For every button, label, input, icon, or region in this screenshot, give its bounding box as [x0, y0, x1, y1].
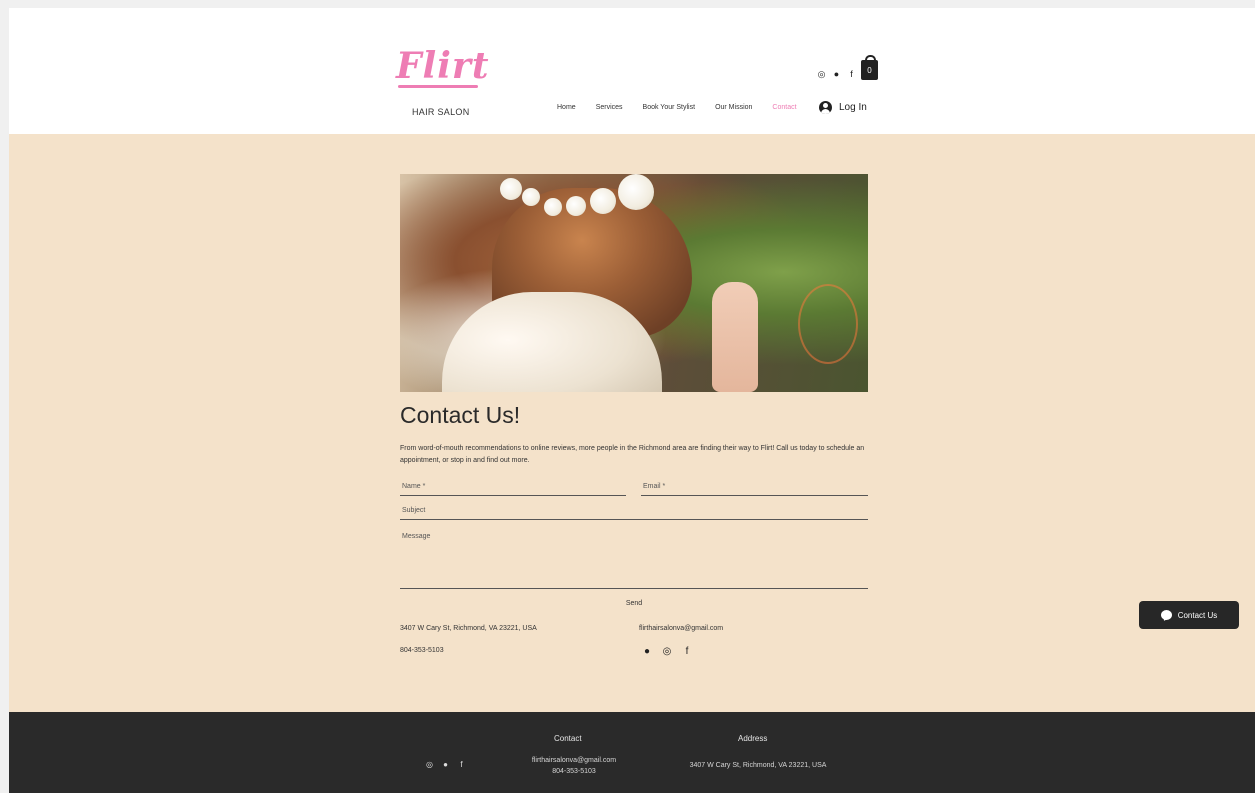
hero-image — [400, 174, 868, 392]
page-title: Contact Us! — [400, 402, 521, 428]
phone-text: 804-353-5103 — [400, 647, 444, 654]
tagline: HAIR SALON — [412, 107, 470, 117]
send-button[interactable]: Send — [616, 597, 652, 611]
footer-phone: 804-353-5103 — [552, 768, 596, 775]
email-field[interactable]: Email * — [641, 481, 868, 496]
footer-contact-heading: Contact — [554, 734, 582, 743]
nav-contact[interactable]: Contact — [772, 104, 796, 111]
facebook-icon[interactable]: f — [457, 760, 466, 770]
subject-field-label: Subject — [402, 507, 426, 514]
footer-social-bar: ◎ ● f — [425, 760, 466, 770]
hero-lens-flare — [798, 284, 858, 364]
name-field-label: Name * — [402, 483, 426, 490]
hero-flower-crown — [500, 174, 665, 224]
logo-underline — [398, 85, 478, 88]
chat-label: Contact Us — [1177, 610, 1218, 620]
footer-address-heading: Address — [738, 734, 768, 743]
map-pin-icon[interactable]: ● — [642, 646, 652, 658]
facebook-icon[interactable]: f — [682, 646, 692, 658]
email-field-label: Email * — [643, 483, 666, 490]
chat-bubble-icon — [1160, 610, 1172, 620]
login-label: Log In — [839, 102, 867, 113]
cart-button[interactable]: 0 — [861, 55, 878, 80]
map-pin-icon[interactable]: ● — [441, 760, 450, 770]
footer-email-link[interactable]: flirthairsalonva@gmail.com — [519, 756, 629, 766]
page-frame: Flirt HAIR SALON ◎ ● f 0 Home Services B… — [9, 8, 1255, 793]
chat-contact-button[interactable]: Contact Us — [1139, 601, 1239, 629]
flower — [544, 198, 562, 216]
cart-count: 0 — [867, 66, 872, 75]
instagram-icon[interactable]: ◎ — [662, 646, 672, 658]
site-header: Flirt HAIR SALON ◎ ● f 0 Home Services B… — [9, 8, 1255, 134]
nav-book-your-stylist[interactable]: Book Your Stylist — [643, 104, 696, 111]
message-field[interactable]: Message — [400, 531, 868, 589]
address-text: 3407 W Cary St, Richmond, VA 23221, USA — [400, 625, 537, 632]
flower — [522, 188, 540, 206]
nav-home[interactable]: Home — [557, 104, 576, 111]
hero-hand-shape — [712, 282, 758, 392]
instagram-icon[interactable]: ◎ — [425, 760, 434, 770]
subject-field[interactable]: Subject — [400, 504, 868, 520]
nav-our-mission[interactable]: Our Mission — [715, 104, 752, 111]
nav-services[interactable]: Services — [596, 104, 623, 111]
flower — [566, 196, 586, 216]
map-pin-icon[interactable]: ● — [832, 68, 841, 80]
email-link[interactable]: flirthairsalonva@gmail.com — [639, 625, 723, 632]
site-footer: ◎ ● f Contact Address flirthairsalonva@g… — [9, 712, 1255, 793]
logo[interactable]: Flirt — [396, 44, 489, 90]
header-social-bar: ◎ ● f — [817, 68, 856, 80]
footer-address: 3407 W Cary St, Richmond, VA 23221, USA — [689, 762, 827, 769]
login-button[interactable]: Log In — [819, 101, 867, 114]
main-nav: Home Services Book Your Stylist Our Miss… — [557, 104, 817, 111]
instagram-icon[interactable]: ◎ — [817, 68, 826, 80]
flower — [618, 174, 654, 210]
message-field-label: Message — [402, 533, 431, 540]
facebook-icon[interactable]: f — [847, 68, 856, 80]
user-avatar-icon — [819, 101, 832, 114]
name-field[interactable]: Name * — [400, 481, 626, 496]
intro-text: From word-of-mouth recommendations to on… — [400, 445, 865, 464]
contact-section: Contact Us! From word-of-mouth recommend… — [9, 134, 1255, 712]
contact-social-bar: ● ◎ f — [642, 646, 692, 658]
flower — [500, 178, 522, 200]
logo-text: Flirt — [396, 45, 490, 87]
flower — [590, 188, 616, 214]
